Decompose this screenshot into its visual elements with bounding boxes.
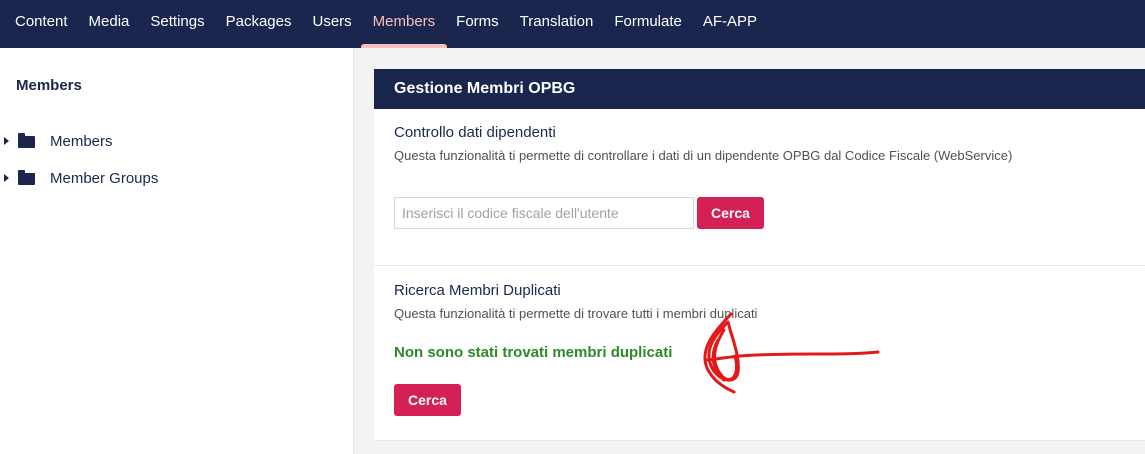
tree-item-label: Members <box>50 132 113 150</box>
tree-item-members[interactable]: Members <box>0 129 113 153</box>
search-fiscal-code-button[interactable]: Cerca <box>697 197 764 229</box>
caret-right-icon[interactable] <box>4 137 9 145</box>
tree-item-label: Member Groups <box>50 169 159 187</box>
no-duplicates-message: Non sono stati trovati membri duplicati <box>394 344 673 361</box>
nav-item-af-app[interactable]: AF-APP <box>703 0 778 42</box>
nav-item-settings[interactable]: Settings <box>150 0 225 42</box>
nav-item-formulate[interactable]: Formulate <box>614 0 703 42</box>
sidebar-title: Members <box>16 77 82 94</box>
section-title: Controllo dati dipendenti <box>394 124 556 141</box>
section-description: Questa funzionalità ti permette di trova… <box>394 306 758 321</box>
section-description: Questa funzionalità ti permette di contr… <box>394 148 1013 163</box>
folder-icon <box>18 170 35 185</box>
nav-item-users[interactable]: Users <box>312 0 372 42</box>
dashboard-panel: Gestione Membri OPBG Controllo dati dipe… <box>374 69 1145 441</box>
nav-item-members[interactable]: Members <box>360 0 457 48</box>
caret-right-icon[interactable] <box>4 174 9 182</box>
duplicate-members-section: Ricerca Membri Duplicati Questa funziona… <box>374 266 1145 441</box>
top-navigation: Content Media Settings Packages Users Me… <box>0 0 1145 48</box>
main-content: Gestione Membri OPBG Controllo dati dipe… <box>355 48 1145 454</box>
tree-item-member-groups[interactable]: Member Groups <box>0 166 158 190</box>
nav-item-translation[interactable]: Translation <box>520 0 615 42</box>
nav-item-forms[interactable]: Forms <box>456 0 520 42</box>
sidebar: Members Members Member Groups <box>0 48 354 454</box>
nav-item-packages[interactable]: Packages <box>226 0 313 42</box>
nav-item-content[interactable]: Content <box>0 0 89 42</box>
employee-check-section: Controllo dati dipendenti Questa funzion… <box>374 109 1145 266</box>
folder-icon <box>18 133 35 148</box>
search-duplicates-button[interactable]: Cerca <box>394 384 461 416</box>
fiscal-code-input[interactable] <box>394 197 694 229</box>
panel-header: Gestione Membri OPBG <box>374 69 1145 109</box>
nav-item-media[interactable]: Media <box>89 0 151 42</box>
section-title: Ricerca Membri Duplicati <box>394 282 561 299</box>
